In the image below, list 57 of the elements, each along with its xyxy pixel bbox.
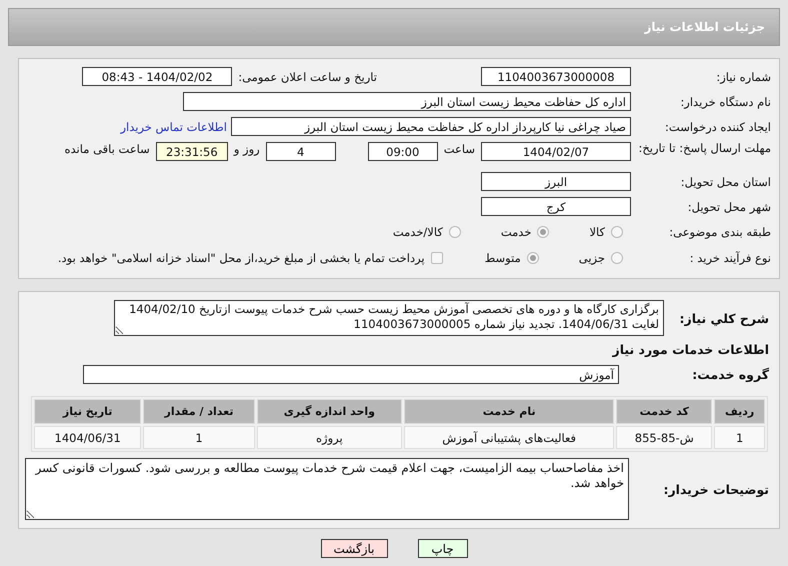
need-number-field[interactable]: 1104003673000008 xyxy=(481,67,631,86)
field-label: نام دستگاه خریدار: xyxy=(679,94,772,108)
deadline-time-field[interactable]: 09:00 xyxy=(368,142,438,161)
service-group-field[interactable]: آموزش xyxy=(83,365,619,384)
deadline-date-field[interactable]: 1404/02/07 xyxy=(481,142,631,161)
column-header: واحد اندازه گیری xyxy=(256,399,402,424)
remaining-label: ساعت باقی مانده xyxy=(64,142,150,156)
radio-label: جزیی xyxy=(578,251,605,265)
radio-label: کالا/خدمت xyxy=(392,225,443,239)
province-field[interactable]: البرز xyxy=(481,172,631,191)
days-field[interactable]: 4 xyxy=(266,142,336,161)
field-label: طبقه بندی موضوعی: xyxy=(668,225,772,239)
column-header: تاریخ نیاز xyxy=(34,399,142,424)
table-cell: 1404/06/31 xyxy=(34,426,142,449)
buyer-notes-field[interactable]: اخذ مفاصاحساب بیمه الزامیست، جهت اعلام قیمت شرح خدمات پیوست مطالعه و بررسی شود. کسورات قانونی کسر خواهد شد. xyxy=(25,458,629,520)
field-label: مهلت ارسال پاسخ: تا تاریخ: xyxy=(637,142,772,155)
radio-button[interactable] xyxy=(611,226,623,238)
table-cell: پروژه xyxy=(256,426,402,449)
column-header: ردیف xyxy=(714,399,765,424)
column-header: کد خدمت xyxy=(616,399,712,424)
table-cell: ش-85-855 xyxy=(616,426,712,449)
field-label: شرح کلي نياز: xyxy=(678,310,770,326)
time-label: ساعت xyxy=(444,142,475,156)
field-label: گروه خدمت: xyxy=(691,367,770,382)
city-field[interactable]: کرج xyxy=(481,197,631,216)
contact-link[interactable]: اطلاعات تماس خریدار xyxy=(120,120,227,134)
column-header: نام خدمت xyxy=(404,399,614,424)
field-label: استان محل تحویل: xyxy=(680,174,772,188)
radio-button[interactable] xyxy=(611,252,623,264)
field-label: توضیحات خریدار: xyxy=(662,482,770,496)
print-button[interactable]: چاپ xyxy=(418,539,468,558)
payment-label: پرداخت تمام یا بخشی از مبلغ خرید،از محل "اسناد خزانه اسلامی" خواهد بود. xyxy=(58,251,425,265)
section-heading: اطلاعات خدمات مورد نیاز xyxy=(611,341,770,359)
radio-button[interactable] xyxy=(526,252,539,264)
field-label: ایجاد کننده درخواست: xyxy=(664,120,772,134)
field-label: تاریخ و ساعت اعلان عمومی: xyxy=(238,70,377,84)
radio-button[interactable] xyxy=(448,226,461,238)
radio-label: کالا xyxy=(589,225,605,239)
column-header: تعداد / مقدار xyxy=(143,399,255,424)
requester-field[interactable]: صیاد چراغی نیا کارپرداز اداره کل حفاظت محیط زیست استان البرز xyxy=(231,117,631,136)
field-label: نوع فرآیند خرید : xyxy=(688,251,772,265)
back-button[interactable]: بازگشت xyxy=(320,539,388,558)
buyer-org-field[interactable]: اداره کل حفاظت محیط زیست استان البرز xyxy=(183,92,631,111)
table-cell: 1 xyxy=(143,426,255,449)
field-label: شماره نیاز: xyxy=(715,70,772,84)
table-cell: 1 xyxy=(714,426,765,449)
announce-date-field[interactable]: 1404/02/02 - 08:43 xyxy=(82,67,232,86)
radio-label: خدمت xyxy=(500,225,532,239)
checkbox[interactable] xyxy=(430,252,443,264)
table-cell: فعالیت‌های پشتیبانی آموزش xyxy=(404,426,614,449)
radio-button[interactable] xyxy=(537,226,550,238)
description-field[interactable]: برگزاری کارگاه ها و دوره های تخصصی آموزش محیط زیست حسب شرح خدمات پیوست ازتاریخ 1404/02/10 لغایت 1404/06/31. تجدید نیاز شماره 1104003673000005 xyxy=(114,300,664,336)
days-label: روز و xyxy=(234,142,260,156)
remaining-time-field[interactable]: 23:31:56 xyxy=(156,142,228,161)
field-label: شهر محل تحویل: xyxy=(686,200,772,214)
page-title: جزئیات اطلاعات نیاز xyxy=(644,20,765,34)
radio-label: متوسط xyxy=(484,251,521,265)
